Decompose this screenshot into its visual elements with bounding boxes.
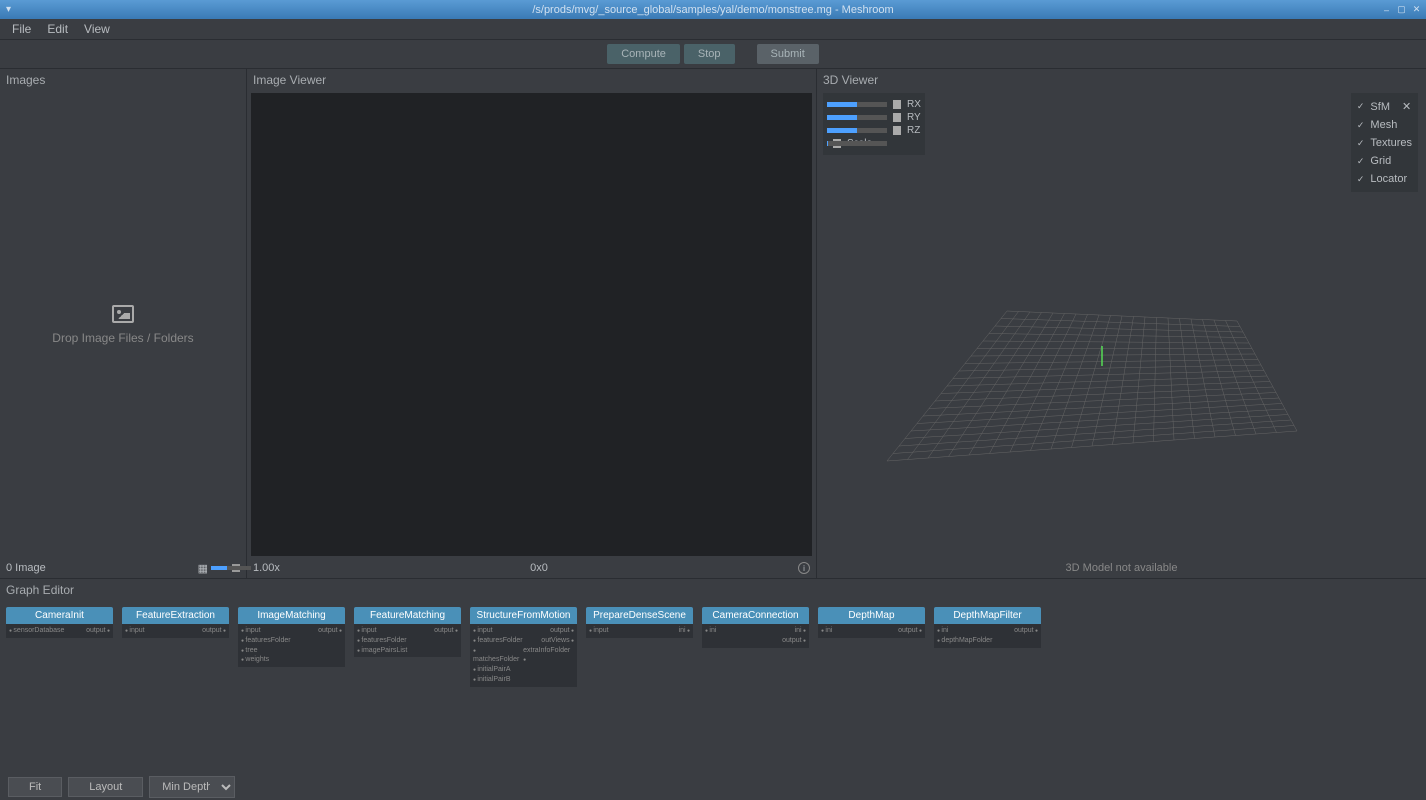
output-port[interactable]: ini [795,626,806,636]
node-header[interactable]: PrepareDenseScene [586,607,693,624]
depth-select[interactable]: Min Depth [149,776,235,798]
output-port[interactable]: output [1014,626,1038,636]
input-port[interactable]: featuresFolder [241,636,291,646]
close-icon[interactable]: ✕ [1411,4,1422,15]
node-body: sensorDatabase output [6,624,113,638]
node-body: input output featuresFolder outViews matches… [470,624,577,687]
image-viewer-panel: Image Viewer 1.00x 0x0 i [247,69,817,578]
graph-editor-panel: Graph Editor CameraInit sensorDatabase out… [0,578,1426,800]
output-port[interactable]: output [434,626,458,636]
graph-canvas[interactable]: CameraInitsensorDatabaseoutputFeatureExt… [0,601,1426,774]
input-port[interactable]: featuresFolder [473,636,523,646]
node-depthmapfilter[interactable]: DepthMapFilter ini output depthMapFolder [934,607,1041,648]
layout-button[interactable]: Layout [68,777,143,797]
fit-button[interactable]: Fit [8,777,62,797]
input-port[interactable]: imagePairsList [357,646,407,656]
input-port[interactable]: input [589,626,609,636]
3d-viewer-title: 3D Viewer [817,69,1426,91]
3d-viewport[interactable] [817,91,1426,558]
node-body: input ini [586,624,693,638]
drop-label: Drop Image Files / Folders [52,331,193,345]
node-body: input output [122,624,229,638]
node-header[interactable]: CameraInit [6,607,113,624]
menu-view[interactable]: View [76,20,118,38]
input-port[interactable]: ini [821,626,832,636]
node-body: ini output depthMapFolder [934,624,1041,648]
images-drop-area[interactable]: Drop Image Files / Folders [0,91,246,558]
node-cameraconnection[interactable]: CameraConnectioniniinioutput [702,607,809,648]
image-resolution: 0x0 [530,562,548,574]
node-header[interactable]: CameraConnection [702,607,809,624]
node-structurefrommotion[interactable]: StructureFromMotion input output featuresFo… [470,607,577,687]
input-port[interactable]: ini [705,626,716,636]
output-port[interactable]: output [318,626,342,636]
output-port[interactable]: outViews [541,636,574,646]
node-body: input output featuresFoldertreeweights [238,624,345,667]
3d-viewer-panel: 3D Viewer RX RY RZ Scale ✓SfM✕ ✓Mesh ✓Te… [817,69,1426,578]
window-title: /s/prods/mvg/_source_global/samples/yal/… [532,4,893,16]
images-panel: Images Drop Image Files / Folders 0 Imag… [0,69,247,578]
node-preparedensescene[interactable]: PrepareDenseScene input ini [586,607,693,638]
output-port[interactable]: output [550,626,574,636]
image-viewer-title: Image Viewer [247,69,816,91]
node-header[interactable]: DepthMapFilter [934,607,1041,624]
input-port[interactable]: input [125,626,145,636]
node-depthmap[interactable]: DepthMap ini output [818,607,925,638]
image-viewport[interactable] [251,93,812,556]
output-port[interactable]: output [782,636,806,646]
output-port[interactable]: output [898,626,922,636]
input-port[interactable]: tree [241,646,257,656]
input-port[interactable]: sensorDatabase [9,626,64,636]
input-port[interactable]: featuresFolder [357,636,407,646]
node-header[interactable]: FeatureExtraction [122,607,229,624]
node-featurematching[interactable]: FeatureMatching input output featuresFolder… [354,607,461,657]
info-icon[interactable]: i [798,562,810,574]
node-header[interactable]: DepthMap [818,607,925,624]
compute-button[interactable]: Compute [607,44,680,64]
graph-editor-title: Graph Editor [0,579,1426,601]
input-port[interactable]: input [473,626,493,636]
input-port[interactable]: input [357,626,377,636]
3d-status: 3D Model not available [817,558,1426,578]
node-body: iniinioutput [702,624,809,648]
image-icon [112,305,134,323]
app-menu-icon[interactable]: ▾ [6,4,11,15]
input-port[interactable]: initialPairB [473,675,511,685]
node-header[interactable]: ImageMatching [238,607,345,624]
node-featureextraction[interactable]: FeatureExtraction input output [122,607,229,638]
menu-bar: File Edit View [0,19,1426,40]
menu-file[interactable]: File [4,20,39,38]
images-title: Images [0,69,246,91]
toolbar: Compute Stop Submit [0,40,1426,69]
node-body: ini output [818,624,925,638]
output-port[interactable]: output [202,626,226,636]
input-port[interactable]: weights [241,655,269,665]
input-port[interactable]: input [241,626,261,636]
menu-edit[interactable]: Edit [39,20,76,38]
window-titlebar: ▾ /s/prods/mvg/_source_global/samples/ya… [0,0,1426,19]
grid-plane [877,251,1317,471]
input-port[interactable]: initialPairA [473,665,511,675]
input-port[interactable]: matchesFolder [473,646,523,666]
node-header[interactable]: StructureFromMotion [470,607,577,624]
output-port[interactable]: extraInfoFolder [523,646,574,666]
input-port[interactable]: depthMapFolder [937,636,992,646]
zoom-level: 1.00x [253,562,280,574]
output-port[interactable]: ini [679,626,690,636]
node-camerainit[interactable]: CameraInit sensorDatabase output [6,607,113,638]
node-body: input output featuresFolderimagePairsList [354,624,461,657]
minimize-icon[interactable]: – [1381,4,1392,15]
maximize-icon[interactable]: ▢ [1396,4,1407,15]
input-port[interactable]: ini [937,626,948,636]
node-imagematching[interactable]: ImageMatching input output featuresFoldertr… [238,607,345,667]
image-count: 0 Image [6,562,46,574]
stop-button[interactable]: Stop [684,44,735,64]
output-port[interactable]: output [86,626,110,636]
submit-button[interactable]: Submit [757,44,819,64]
thumbnail-icon: ▦ [198,562,208,575]
thumbnail-size-slider[interactable]: ▦ [198,562,240,575]
node-header[interactable]: FeatureMatching [354,607,461,624]
